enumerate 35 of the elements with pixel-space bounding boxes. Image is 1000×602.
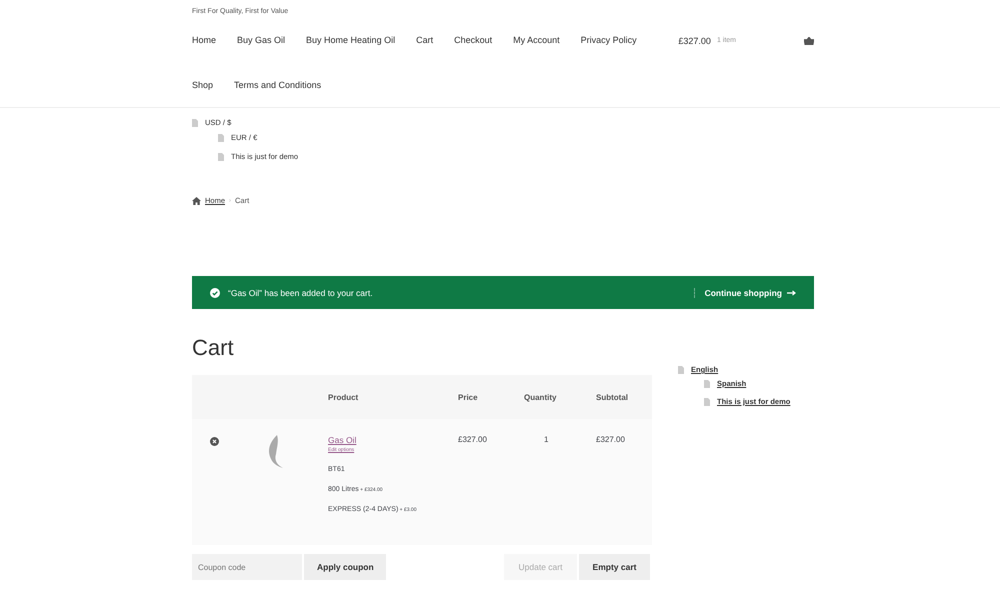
- nav-link[interactable]: Cart: [416, 18, 434, 63]
- coupon-input[interactable]: Coupon code: [192, 554, 302, 580]
- basket-icon[interactable]: [804, 36, 814, 44]
- nav-link[interactable]: Terms and Conditions: [234, 63, 322, 108]
- column-header: Product: [328, 392, 360, 402]
- column-header: Subtotal: [596, 392, 629, 402]
- column-header: Quantity: [524, 392, 558, 402]
- check-circle-icon: [210, 288, 220, 298]
- nav-link[interactable]: Checkout: [454, 18, 492, 63]
- subtotal-cell-text: £327.00: [596, 435, 626, 444]
- document-icon: [192, 118, 198, 126]
- product-link[interactable]: Gas Oil: [328, 435, 458, 445]
- document-icon: [704, 398, 710, 406]
- nav-link[interactable]: Buy Home Heating Oil: [306, 18, 396, 63]
- document-icon: [678, 366, 684, 374]
- cart-total[interactable]: £327.00: [678, 36, 711, 46]
- empty-cart-button[interactable]: Empty cart: [579, 554, 650, 580]
- nav-link[interactable]: Shop: [192, 63, 214, 108]
- notice-message: “Gas Oil” has been added to your cart.: [228, 288, 373, 298]
- document-icon: [218, 134, 224, 142]
- page-title: Cart: [192, 335, 235, 361]
- price-cell-text: £327.00: [458, 435, 488, 444]
- document-icon: [704, 380, 710, 388]
- apply-coupon-button[interactable]: Apply coupon: [304, 554, 386, 580]
- document-icon: [218, 152, 224, 160]
- home-icon: [192, 196, 201, 204]
- column-header: Price: [458, 392, 479, 402]
- nav-link[interactable]: My Account: [513, 18, 560, 63]
- nav-link[interactable]: Home: [192, 18, 216, 63]
- nav-link[interactable]: Privacy Policy: [580, 18, 637, 63]
- quantity-cell-text: 1: [543, 435, 550, 444]
- remove-icon[interactable]: [210, 437, 219, 446]
- arrow-right-icon: [787, 290, 796, 296]
- continue-shopping-link[interactable]: Continue shopping: [694, 288, 796, 298]
- nav-link[interactable]: Buy Gas Oil: [237, 18, 286, 63]
